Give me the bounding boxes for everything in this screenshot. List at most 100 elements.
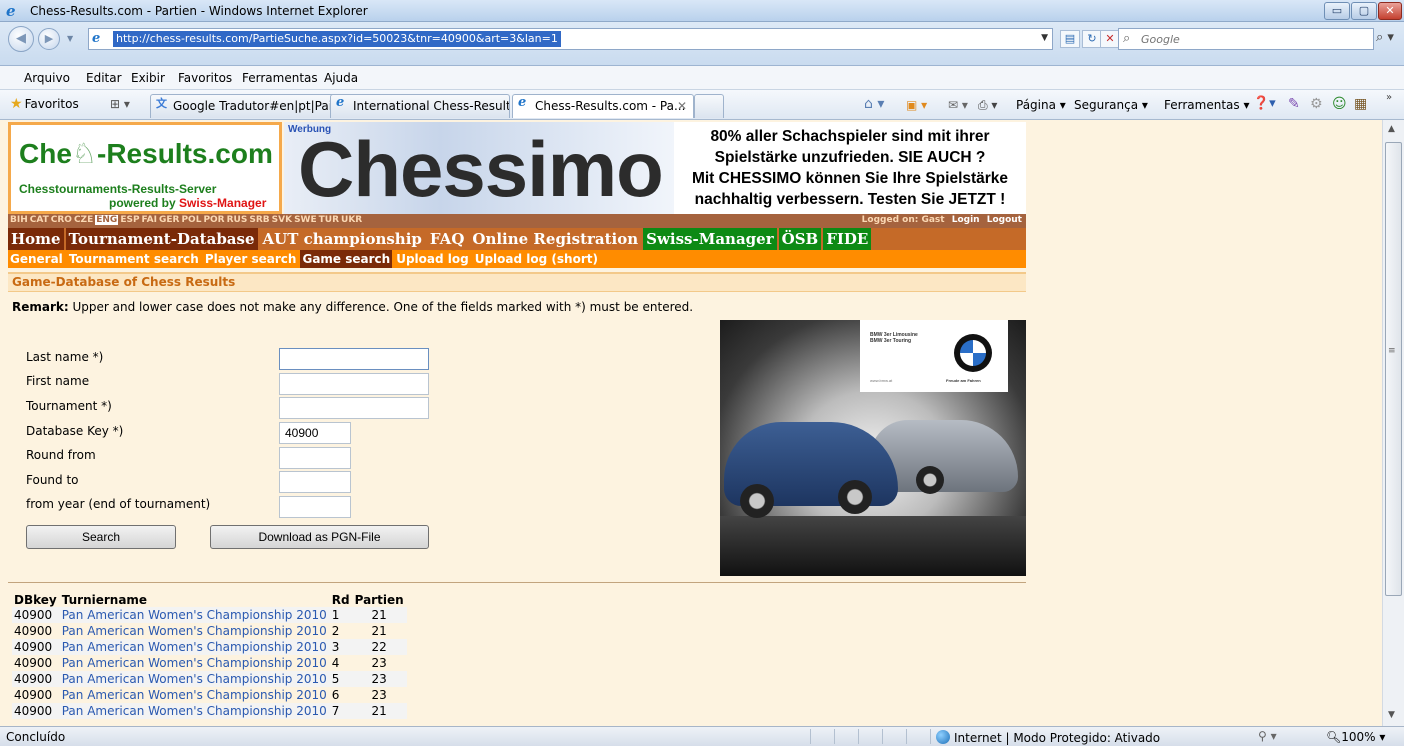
language-esp[interactable]: ESP xyxy=(120,215,139,225)
language-cze[interactable]: CZE xyxy=(74,215,93,225)
car-advertisement[interactable]: BMW 3er Limousine BMW 3er Touring www.bm… xyxy=(720,320,1026,576)
menu-ajuda[interactable]: Ajuda xyxy=(324,71,358,85)
scroll-down-icon[interactable]: ▼ xyxy=(1388,710,1395,720)
feeds-icon[interactable]: ▣ ▾ xyxy=(906,98,927,112)
minimize-button[interactable]: ▭ xyxy=(1324,2,1350,20)
subnav-upload-log-short[interactable]: Upload log (short) xyxy=(473,250,600,268)
cell-tournament-link[interactable]: Pan American Women's Championship 2010 xyxy=(59,671,330,687)
protected-mode-icon[interactable]: ⚲ ▾ xyxy=(1258,729,1277,743)
nav-online-registration[interactable]: Online Registration xyxy=(469,228,641,250)
language-eng[interactable]: ENG xyxy=(95,215,119,225)
history-dropdown-icon[interactable]: ▼ xyxy=(67,34,73,43)
language-tur[interactable]: TUR xyxy=(319,215,339,225)
language-ukr[interactable]: UKR xyxy=(341,215,362,225)
help-icon[interactable]: ❓▾ xyxy=(1253,96,1276,111)
cell-tournament-link[interactable]: Pan American Women's Championship 2010 xyxy=(59,607,330,623)
round-from-input[interactable] xyxy=(279,447,351,469)
tab-international-chess-results[interactable]: e International Chess-Result... xyxy=(330,94,510,118)
nav--sb[interactable]: ÖSB xyxy=(778,228,822,250)
stop-icon[interactable]: ✕ xyxy=(1100,30,1120,48)
advertisement-banner[interactable]: Werbung Chessimo 80% aller Schachspieler… xyxy=(284,122,1026,214)
subnav-game-search[interactable]: Game search xyxy=(300,250,393,268)
favorites-button[interactable]: ★ Favoritos xyxy=(10,96,79,112)
nav-swiss-manager[interactable]: Swiss-Manager xyxy=(643,228,777,250)
address-dropdown-icon[interactable]: ▼ xyxy=(1041,33,1048,43)
subnav-upload-log[interactable]: Upload log xyxy=(394,250,471,268)
subnav-tournament-search[interactable]: Tournament search xyxy=(67,250,201,268)
extension-icon[interactable]: ▦ xyxy=(1354,96,1367,112)
table-row: 40900 Pan American Women's Championship 2… xyxy=(12,607,407,623)
messenger-icon[interactable]: ☺ xyxy=(1332,96,1347,112)
menu-arquivo[interactable]: Arquivo xyxy=(24,71,70,85)
compatibility-icon[interactable]: ▤ xyxy=(1060,30,1080,48)
cell-tournament-link[interactable]: Pan American Women's Championship 2010 xyxy=(59,623,330,639)
quick-tabs-icon[interactable]: ⊞ ▾ xyxy=(110,97,130,111)
first-name-input[interactable] xyxy=(279,373,429,395)
login-link[interactable]: Login xyxy=(952,215,980,225)
security-zone[interactable]: Internet | Modo Protegido: Ativado xyxy=(936,730,1160,745)
language-rus[interactable]: RUS xyxy=(227,215,248,225)
cell-tournament-link[interactable]: Pan American Women's Championship 2010 xyxy=(59,687,330,703)
search-go-icon[interactable]: ⌕ ▾ xyxy=(1376,30,1394,45)
language-fai[interactable]: FAI xyxy=(142,215,157,225)
tools-menu[interactable]: Ferramentas ▾ xyxy=(1164,98,1249,112)
cell-tournament-link[interactable]: Pan American Women's Championship 2010 xyxy=(59,703,330,719)
language-pol[interactable]: POL xyxy=(181,215,201,225)
scroll-up-icon[interactable]: ▲ xyxy=(1388,124,1395,134)
vertical-scrollbar[interactable]: ▲ ≡ ▼ xyxy=(1382,120,1404,726)
cell-tournament-link[interactable]: Pan American Women's Championship 2010 xyxy=(59,639,330,655)
tab-chess-results-active[interactable]: e Chess-Results.com - Pa... ✕ xyxy=(512,94,694,118)
print-icon[interactable]: ⎙ ▾ xyxy=(978,98,997,113)
subnav-general[interactable]: General xyxy=(8,250,65,268)
logout-link[interactable]: Logout xyxy=(987,215,1022,225)
chevron-more-icon[interactable]: » xyxy=(1386,92,1392,103)
maximize-button[interactable]: ▢ xyxy=(1351,2,1377,20)
language-svk[interactable]: SVK xyxy=(272,215,292,225)
tournament-input[interactable] xyxy=(279,397,429,419)
language-cro[interactable]: CRO xyxy=(51,215,72,225)
nav-faq[interactable]: FAQ xyxy=(427,228,467,250)
download-pgn-button[interactable]: Download as PGN-File xyxy=(210,525,429,549)
nav-aut-championship[interactable]: AUT championship xyxy=(260,228,425,250)
database-key-input[interactable] xyxy=(279,422,351,444)
language-bih[interactable]: BIH xyxy=(10,215,28,225)
address-field[interactable]: e http://chess-results.com/PartieSuche.a… xyxy=(88,28,1053,50)
menu-editar[interactable]: Editar xyxy=(86,71,122,85)
cell-tournament-link[interactable]: Pan American Women's Championship 2010 xyxy=(59,655,330,671)
new-tab-button[interactable] xyxy=(694,94,724,118)
language-swe[interactable]: SWE xyxy=(294,215,317,225)
menu-exibir[interactable]: Exibir xyxy=(131,71,165,85)
home-icon[interactable]: ⌂ ▾ xyxy=(864,96,884,112)
settings-gear-icon[interactable]: ⚙ xyxy=(1310,96,1323,112)
scrollbar-thumb[interactable] xyxy=(1385,142,1402,596)
research-icon[interactable]: ✎ xyxy=(1288,96,1300,112)
found-to-input[interactable] xyxy=(279,471,351,493)
subnav-player-search[interactable]: Player search xyxy=(203,250,299,268)
language-ger[interactable]: GER xyxy=(159,215,179,225)
search-button[interactable]: Search xyxy=(26,525,176,549)
language-cat[interactable]: CAT xyxy=(30,215,49,225)
from-year-input[interactable] xyxy=(279,496,351,518)
menu-ferramentas[interactable]: Ferramentas xyxy=(242,71,318,85)
menu-favoritos[interactable]: Favoritos xyxy=(178,71,232,85)
url-text[interactable]: http://chess-results.com/PartieSuche.asp… xyxy=(113,31,561,47)
refresh-icon[interactable]: ↻ xyxy=(1082,30,1102,48)
language-por[interactable]: POR xyxy=(203,215,224,225)
last-name-input[interactable] xyxy=(279,348,429,370)
tab-google-translate[interactable]: 文 Google Tradutor#en|pt|Pai... xyxy=(150,94,358,118)
nav-home[interactable]: Home xyxy=(8,228,64,250)
forward-button[interactable]: ▶ xyxy=(38,28,60,50)
nav-fide[interactable]: FIDE xyxy=(823,228,872,250)
site-logo[interactable]: Che♘-Results.com Chesstournaments-Result… xyxy=(8,122,282,214)
close-tab-icon[interactable]: ✕ xyxy=(677,95,687,117)
zoom-control[interactable]: 🔍︎100% ▾ xyxy=(1326,730,1385,744)
security-menu[interactable]: Segurança ▾ xyxy=(1074,98,1148,112)
language-srb[interactable]: SRB xyxy=(249,215,269,225)
mail-icon[interactable]: ✉ ▾ xyxy=(948,98,968,112)
nav-tournament-database[interactable]: Tournament-Database xyxy=(65,228,258,250)
back-button[interactable]: ◀ xyxy=(8,26,34,52)
page-menu[interactable]: Página ▾ xyxy=(1016,98,1066,112)
search-input[interactable] xyxy=(1141,31,1361,47)
close-window-button[interactable]: ✕ xyxy=(1378,2,1402,20)
search-box[interactable]: ⌕ xyxy=(1118,28,1374,50)
